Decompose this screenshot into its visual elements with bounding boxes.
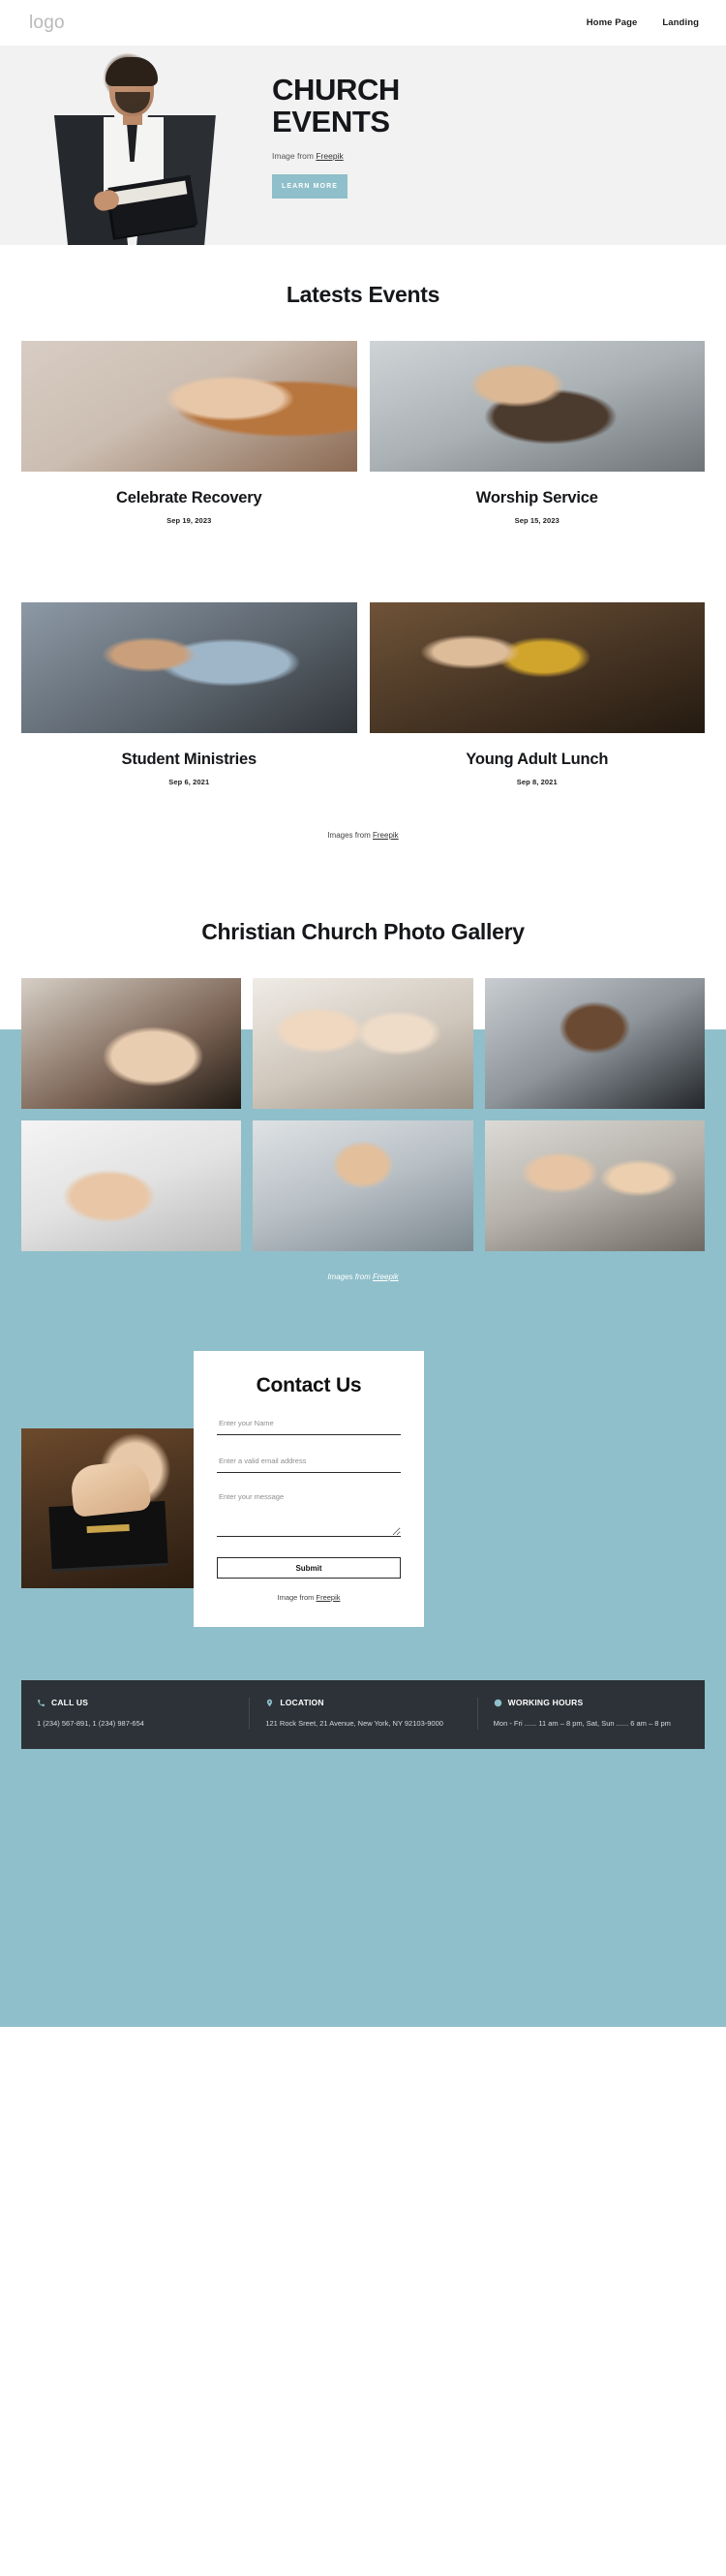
event-date: Sep 6, 2021 — [168, 778, 210, 786]
gallery-photo — [253, 978, 473, 1109]
nav-link-home-page[interactable]: Home Page — [587, 17, 638, 28]
contact-title: Contact Us — [256, 1374, 362, 1396]
gallery-image-credit: Images from Freepik — [0, 1273, 726, 1281]
info-heading-label: LOCATION — [280, 1698, 324, 1707]
info-column-location: LOCATION 121 Rock Sreet, 21 Avenue, New … — [249, 1698, 476, 1731]
info-heading-row: WORKING HOURS — [494, 1698, 689, 1707]
latest-events-section: Latests Events Celebrate Recovery Sep 19… — [0, 245, 726, 882]
event-photo — [21, 602, 357, 733]
events-credit-prefix: Images from — [327, 831, 373, 840]
name-field[interactable] — [217, 1419, 401, 1435]
info-heading-row: LOCATION — [265, 1698, 461, 1707]
gallery-grid — [0, 978, 726, 1251]
event-title: Young Adult Lunch — [466, 751, 609, 768]
info-phone-numbers: 1 (234) 567-891, 1 (234) 987-654 — [37, 1719, 144, 1728]
site-header: logo Home Page Landing — [0, 0, 726, 46]
gallery-and-contact-region: Christian Church Photo Gallery Images fr… — [0, 882, 726, 2027]
gallery-photo — [21, 1120, 242, 1251]
info-hours: Mon - Fri ...... 11 am – 8 pm, Sat, Sun … — [493, 1719, 671, 1728]
gallery-item-hands-on-open-bible[interactable] — [21, 978, 242, 1109]
contact-illustration-hands — [69, 1458, 152, 1518]
latest-events-title: Latests Events — [286, 282, 440, 307]
photo-gallery-section: Christian Church Photo Gallery Images fr… — [0, 882, 726, 1281]
gallery-photo — [21, 978, 242, 1109]
gallery-title: Christian Church Photo Gallery — [201, 919, 525, 944]
event-card[interactable]: Young Adult Lunch Sep 8, 2021 — [369, 602, 705, 786]
contact-section: Contact Us Submit Image from Freepik — [0, 1351, 726, 1680]
info-heading-row: CALL US — [37, 1698, 233, 1707]
event-thumbnail-group-hug[interactable] — [21, 602, 357, 733]
event-thumbnail-adults-at-table[interactable] — [369, 602, 705, 733]
event-title: Worship Service — [475, 489, 598, 506]
hero-copy: CHURCH EVENTS Image from Freepik LEARN M… — [247, 46, 726, 245]
gallery-photo — [484, 978, 705, 1109]
contact-credit-link[interactable]: Freepik — [317, 1593, 341, 1602]
events-image-credit: Images from Freepik — [0, 831, 726, 882]
event-card[interactable]: Student Ministries Sep 6, 2021 — [21, 602, 357, 786]
hero-title-line-2: EVENTS — [272, 104, 390, 138]
gallery-photo — [484, 1120, 705, 1251]
event-date: Sep 19, 2023 — [166, 516, 212, 525]
gallery-item-clasped-hands-white-shirt[interactable] — [21, 1120, 242, 1251]
contact-credit-prefix: Image from — [277, 1593, 317, 1602]
event-photo — [21, 341, 357, 472]
learn-more-button[interactable]: LEARN MORE — [272, 173, 348, 199]
event-photo — [369, 341, 705, 472]
hero-image-man-reading-bible — [26, 46, 247, 245]
contact-info-bar: CALL US 1 (234) 567-891, 1 (234) 987-654… — [21, 1680, 705, 1750]
event-photo — [369, 602, 705, 733]
hero-credit-prefix: Image from — [272, 150, 317, 161]
info-heading-label: CALL US — [51, 1698, 89, 1707]
events-credit-link[interactable]: Freepik — [373, 831, 399, 840]
site-logo[interactable]: logo — [29, 13, 65, 34]
hero-section: CHURCH EVENTS Image from Freepik LEARN M… — [0, 46, 726, 245]
hero-title: CHURCH EVENTS — [272, 73, 726, 138]
info-column-call-us: CALL US 1 (234) 567-891, 1 (234) 987-654 — [21, 1698, 249, 1730]
hero-image-credit: Image from Freepik — [272, 151, 726, 161]
gallery-item-man-praying-hand-on-head[interactable] — [484, 978, 705, 1109]
email-field[interactable] — [217, 1457, 401, 1473]
gallery-credit-link[interactable]: Freepik — [373, 1273, 399, 1281]
phone-icon — [37, 1699, 45, 1707]
event-date: Sep 8, 2021 — [516, 778, 558, 786]
map-pin-icon — [265, 1699, 274, 1707]
gallery-credit-prefix: Images from — [327, 1273, 373, 1281]
info-heading-label: WORKING HOURS — [507, 1698, 584, 1707]
event-date: Sep 15, 2023 — [514, 516, 560, 525]
hero-credit-link[interactable]: Freepik — [316, 151, 343, 161]
message-field[interactable] — [217, 1492, 401, 1537]
submit-button[interactable]: Submit — [217, 1557, 401, 1579]
events-row-spacer — [0, 525, 726, 569]
info-column-working-hours: WORKING HOURS Mon - Fri ...... 11 am – 8… — [476, 1698, 705, 1731]
event-thumbnail-girl-praying[interactable] — [21, 341, 357, 472]
event-card[interactable]: Worship Service Sep 15, 2023 — [369, 341, 705, 525]
hero-illustration-hair — [106, 57, 158, 86]
gallery-item-bearded-man-praying[interactable] — [253, 1120, 473, 1251]
gallery-item-two-women-praying[interactable] — [253, 978, 473, 1109]
event-thumbnail-pastor-holding-bible[interactable] — [369, 341, 705, 472]
main-navigation: Home Page Landing — [587, 17, 699, 28]
gallery-item-teens-praying-together[interactable] — [484, 1120, 705, 1251]
clock-icon — [494, 1699, 502, 1707]
events-grid-row-2: Student Ministries Sep 6, 2021 Young Adu… — [0, 602, 726, 786]
contact-image-hands-on-holy-bible — [21, 1428, 211, 1588]
gallery-photo — [253, 1120, 473, 1251]
events-grid-row-1: Celebrate Recovery Sep 19, 2023 Worship … — [0, 341, 726, 525]
contact-form-card: Contact Us Submit Image from Freepik — [194, 1351, 424, 1627]
contact-image-credit: Image from Freepik — [217, 1593, 401, 1602]
event-title: Student Ministries — [121, 751, 257, 768]
event-card[interactable]: Celebrate Recovery Sep 19, 2023 — [21, 341, 357, 525]
event-title: Celebrate Recovery — [116, 489, 262, 506]
info-address: 121 Rock Sreet, 21 Avenue, New York, NY … — [265, 1719, 443, 1728]
hero-title-line-1: CHURCH — [272, 73, 400, 107]
nav-link-landing[interactable]: Landing — [662, 17, 699, 28]
